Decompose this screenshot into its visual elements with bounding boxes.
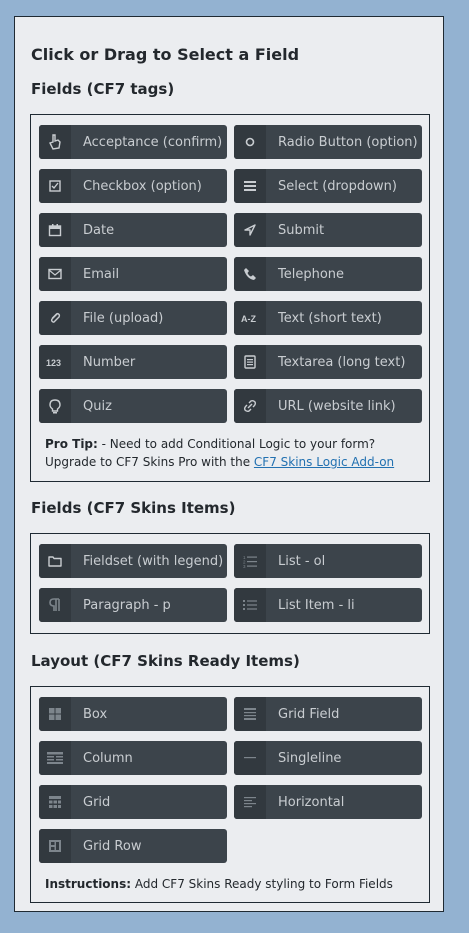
az-icon: A-Z [234,301,266,335]
field-button-label: List - ol [278,553,326,569]
hand-icon [39,125,71,159]
field-button-label: Textarea (long text) [278,354,406,370]
field-button-select[interactable]: Select (dropdown) [234,169,422,203]
field-button-label: Horizontal [278,794,345,810]
grid-row-icon [39,829,71,863]
field-button-label: Radio Button (option) [278,134,418,150]
field-button-radio[interactable]: Radio Button (option) [234,125,422,159]
field-button-fieldset[interactable]: Fieldset (with legend) [39,544,227,578]
document-icon [234,345,266,379]
ordered-list-icon: 123 [234,544,266,578]
section-heading-skins-items: Fields (CF7 Skins Items) [31,499,236,517]
lightbulb-icon [39,389,71,423]
field-button-label: Email [83,266,120,282]
section-heading-cf7-tags: Fields (CF7 tags) [31,80,175,98]
field-button-label: Text (short text) [278,310,382,326]
field-button-label: File (upload) [83,310,164,326]
field-button-box[interactable]: Box [39,697,227,731]
field-button-file[interactable]: File (upload) [39,301,227,335]
paragraph-icon [39,588,71,622]
link-icon [234,389,266,423]
singleline-icon [234,741,266,775]
box-icon [39,697,71,731]
field-button-label: Box [83,706,108,722]
field-button-label: Submit [278,222,325,238]
paperclip-icon [39,301,71,335]
instructions-text: Add CF7 Skins Ready styling to Form Fiel… [131,877,393,891]
field-button-submit[interactable]: Submit [234,213,422,247]
field-button-label: Date [83,222,115,238]
field-button-quiz[interactable]: Quiz [39,389,227,423]
field-button-date[interactable]: Date [39,213,227,247]
svg-text:123: 123 [46,358,61,368]
section-heading-ready-items: Layout (CF7 Skins Ready Items) [31,652,300,670]
checkbox-icon [39,169,71,203]
field-button-label: Quiz [83,398,112,414]
folder-icon [39,544,71,578]
field-button-label: Telephone [278,266,345,282]
list-icon [234,169,266,203]
field-button-number[interactable]: 123 Number [39,345,227,379]
svg-text:A-Z: A-Z [241,314,256,324]
field-selector-panel: Click or Drag to Select a Field Fields (… [14,16,444,912]
svg-text:3: 3 [243,564,246,568]
skins-items-box: Fieldset (with legend) 123 List - ol Par… [30,533,430,634]
field-button-label: Grid Row [83,838,142,854]
field-button-grid-field[interactable]: Grid Field [234,697,422,731]
field-button-label: Checkbox (option) [83,178,202,194]
field-button-label: Column [83,750,133,766]
radio-icon [234,125,266,159]
ready-items-box: Box Grid Field Column Singleline Grid Ho… [30,686,430,903]
cf7-tags-box: Acceptance (confirm) Radio Button (optio… [30,114,430,482]
field-button-label: Grid Field [278,706,340,722]
field-button-label: Number [83,354,136,370]
field-button-text[interactable]: A-Z Text (short text) [234,301,422,335]
phone-icon [234,257,266,291]
field-button-url[interactable]: URL (website link) [234,389,422,423]
pro-tip-prefix: Pro Tip: [45,437,98,451]
field-button-label: Grid [83,794,111,810]
field-button-label: Acceptance (confirm) [83,134,223,150]
field-button-label: Singleline [278,750,342,766]
pro-tip-line2: Upgrade to CF7 Skins Pro with the [45,455,254,469]
number-icon: 123 [39,345,71,379]
field-button-paragraph[interactable]: Paragraph - p [39,588,227,622]
field-button-checkbox[interactable]: Checkbox (option) [39,169,227,203]
field-button-grid[interactable]: Grid [39,785,227,819]
field-button-horizontal[interactable]: Horizontal [234,785,422,819]
field-button-list-li[interactable]: List Item - li [234,588,422,622]
field-button-label: Select (dropdown) [278,178,397,194]
field-button-acceptance[interactable]: Acceptance (confirm) [39,125,227,159]
field-button-textarea[interactable]: Textarea (long text) [234,345,422,379]
instructions: Instructions: Add CF7 Skins Ready stylin… [45,875,393,893]
field-button-email[interactable]: Email [39,257,227,291]
panel-title: Click or Drag to Select a Field [31,45,300,64]
field-button-singleline[interactable]: Singleline [234,741,422,775]
field-button-label: Paragraph - p [83,597,171,613]
pro-tip: Pro Tip: - Need to add Conditional Logic… [45,435,394,471]
field-button-telephone[interactable]: Telephone [234,257,422,291]
instructions-prefix: Instructions: [45,877,132,891]
logic-addon-link[interactable]: CF7 Skins Logic Add-on [254,455,394,469]
pro-tip-line1: - Need to add Conditional Logic to your … [97,437,376,451]
field-button-list-ol[interactable]: 123 List - ol [234,544,422,578]
grid-field-icon [234,697,266,731]
calendar-icon [39,213,71,247]
horizontal-icon [234,785,266,819]
field-button-label: Fieldset (with legend) [83,553,224,569]
unordered-list-icon [234,588,266,622]
column-icon [39,741,71,775]
field-button-column[interactable]: Column [39,741,227,775]
send-icon [234,213,266,247]
field-button-grid-row[interactable]: Grid Row [39,829,227,863]
field-button-label: List Item - li [278,597,355,613]
grid-icon [39,785,71,819]
envelope-icon [39,257,71,291]
field-button-label: URL (website link) [278,398,396,414]
